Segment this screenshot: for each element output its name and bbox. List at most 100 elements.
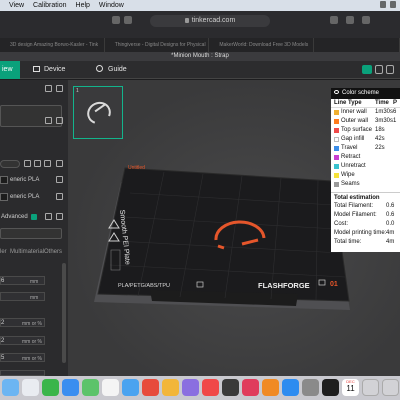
- launchpad-icon[interactable]: [22, 379, 39, 396]
- battery-icon[interactable]: [390, 1, 396, 8]
- line-type-row[interactable]: Unretract: [331, 162, 400, 171]
- line-type-time: 18s: [375, 127, 385, 133]
- tab-guide[interactable]: Guide: [96, 61, 127, 79]
- estimation-value: 0.0: [386, 221, 395, 227]
- podcasts-icon[interactable]: [182, 379, 199, 396]
- process-compare-icon[interactable]: [45, 213, 52, 220]
- print-button[interactable]: [375, 65, 383, 74]
- news-icon[interactable]: [202, 379, 219, 396]
- filament-2-color-swatch[interactable]: [0, 193, 8, 201]
- line-type-row[interactable]: Retract: [331, 153, 400, 162]
- estimation-row: Total Filament: 0.6: [331, 202, 400, 211]
- filament-1-name[interactable]: eneric PLA: [10, 177, 39, 183]
- setting-field-4-value: 2: [1, 338, 5, 344]
- menu-help[interactable]: Help: [76, 2, 90, 9]
- browser-tab-makerworld[interactable]: MakerWorld: Download Free 3D Models: [209, 38, 315, 52]
- photos-icon[interactable]: [102, 379, 119, 396]
- browser-tab-tinkercad[interactable]: 3D design Amazing Borwo-Kasler - Tink: [0, 38, 105, 52]
- help-icon-2[interactable]: [382, 379, 399, 396]
- line-type-row[interactable]: Top surface 18s: [331, 126, 400, 135]
- line-type-label: Seams: [341, 181, 360, 187]
- printer-sync-icon[interactable]: [56, 117, 63, 124]
- setting-field-3-unit: mm or %: [22, 321, 42, 327]
- line-type-row[interactable]: Travel 22s: [331, 144, 400, 153]
- line-type-row[interactable]: Inner wall 1m30s 6: [331, 108, 400, 117]
- build-plate[interactable]: [97, 167, 350, 302]
- menu-view[interactable]: View: [9, 2, 24, 9]
- tv-icon[interactable]: [222, 379, 239, 396]
- menu-status-icons: [380, 1, 396, 8]
- menu-calibration[interactable]: Calibration: [33, 2, 66, 9]
- line-type-row[interactable]: Wipe: [331, 171, 400, 180]
- tab-overview-icon[interactable]: [362, 16, 370, 24]
- toolbar-right-controls: [362, 65, 394, 74]
- filament-1-color-swatch[interactable]: [0, 176, 8, 184]
- pages-icon[interactable]: [262, 379, 279, 396]
- terminal-icon[interactable]: [322, 379, 339, 396]
- facetime-icon[interactable]: [82, 379, 99, 396]
- color-scheme-header[interactable]: Color scheme: [331, 88, 400, 99]
- system-settings-icon[interactable]: [302, 379, 319, 396]
- share-icon[interactable]: [330, 16, 338, 24]
- help-icon[interactable]: [362, 379, 379, 396]
- notes-icon[interactable]: [162, 379, 179, 396]
- color-scheme-panel: Color scheme Line Type Time P Inner wall…: [331, 88, 400, 252]
- mail-icon[interactable]: [122, 379, 139, 396]
- filament-1-edit-icon[interactable]: [56, 176, 63, 183]
- line-type-row[interactable]: Gap infill 42s: [331, 135, 400, 144]
- estimation-value: 4m: [386, 230, 395, 236]
- estimation-label: Cost:: [334, 221, 349, 227]
- back-icon[interactable]: [124, 16, 132, 24]
- calendar-icon[interactable]: DEC 11: [342, 379, 359, 396]
- tab-device[interactable]: Device: [33, 61, 65, 79]
- advanced-toggle[interactable]: [31, 214, 37, 220]
- settings-search-input[interactable]: [0, 228, 62, 239]
- line-type-time: 3m30s: [375, 118, 394, 124]
- filament-remove-icon[interactable]: [34, 160, 41, 167]
- music-icon[interactable]: [142, 379, 159, 396]
- address-bar[interactable]: tinkercad.com: [150, 15, 270, 27]
- auto-button[interactable]: [0, 160, 20, 168]
- messages-icon[interactable]: [42, 379, 59, 396]
- browser-tab-thingiverse[interactable]: Thingiverse - Digital Designs for Physic…: [104, 38, 210, 52]
- total-estimation-list: Total Filament: 0.6 Model Filament: 0.6 Cost…: [331, 202, 400, 247]
- filament-2-name[interactable]: eneric PLA: [10, 194, 39, 200]
- finder-icon[interactable]: [2, 379, 19, 396]
- window-layout-icon[interactable]: [386, 65, 394, 74]
- panel-settings-icon[interactable]: [56, 85, 63, 92]
- tab-others[interactable]: Others: [44, 249, 62, 255]
- tab-preview[interactable]: iew: [0, 61, 20, 79]
- setting-field-1-unit: mm: [30, 279, 39, 285]
- tab-multimaterial[interactable]: Multimaterial: [10, 249, 44, 255]
- preview-viewport[interactable]: 1 Smooth PEI Plate Untitled PLA/PETG/ABS…: [68, 80, 400, 376]
- filament-settings-icon[interactable]: [44, 160, 51, 167]
- line-type-row[interactable]: Seams: [331, 180, 400, 189]
- control-center-icon[interactable]: [380, 1, 386, 8]
- menu-bar: View Calibration Help Window: [0, 0, 400, 11]
- settings-scrollbar[interactable]: [62, 263, 66, 363]
- setting-field-5-unit: mm or %: [22, 356, 42, 362]
- line-type-swatch: [334, 146, 339, 151]
- process-save-icon[interactable]: [56, 213, 63, 220]
- slice-dropdown-button[interactable]: [362, 65, 372, 74]
- sidebar-toggle-icon[interactable]: [112, 16, 120, 24]
- printer-edit-icon[interactable]: [45, 117, 52, 124]
- address-text: tinkercad.com: [191, 17, 236, 24]
- menu-window[interactable]: Window: [99, 2, 124, 9]
- app-store-icon[interactable]: [282, 379, 299, 396]
- filament-2-edit-icon[interactable]: [56, 193, 63, 200]
- plate-brand-label: FLASHFORGE: [258, 281, 310, 290]
- new-tab-icon[interactable]: [346, 16, 354, 24]
- filament-sync-icon[interactable]: [56, 160, 63, 167]
- line-type-row[interactable]: Outer wall 3m30s 1: [331, 117, 400, 126]
- tab-preview-label: iew: [2, 66, 13, 73]
- music-app-icon[interactable]: [242, 379, 259, 396]
- filament-add-icon[interactable]: [24, 160, 31, 167]
- tab-extruder[interactable]: ler: [0, 249, 7, 255]
- printer-selector[interactable]: [0, 105, 62, 127]
- setting-field-4-unit: mm or %: [22, 339, 42, 345]
- safari-icon[interactable]: [62, 379, 79, 396]
- browser-tab-4[interactable]: [314, 38, 400, 52]
- panel-edit-icon[interactable]: [45, 85, 52, 92]
- estimation-value: 4m: [386, 239, 395, 245]
